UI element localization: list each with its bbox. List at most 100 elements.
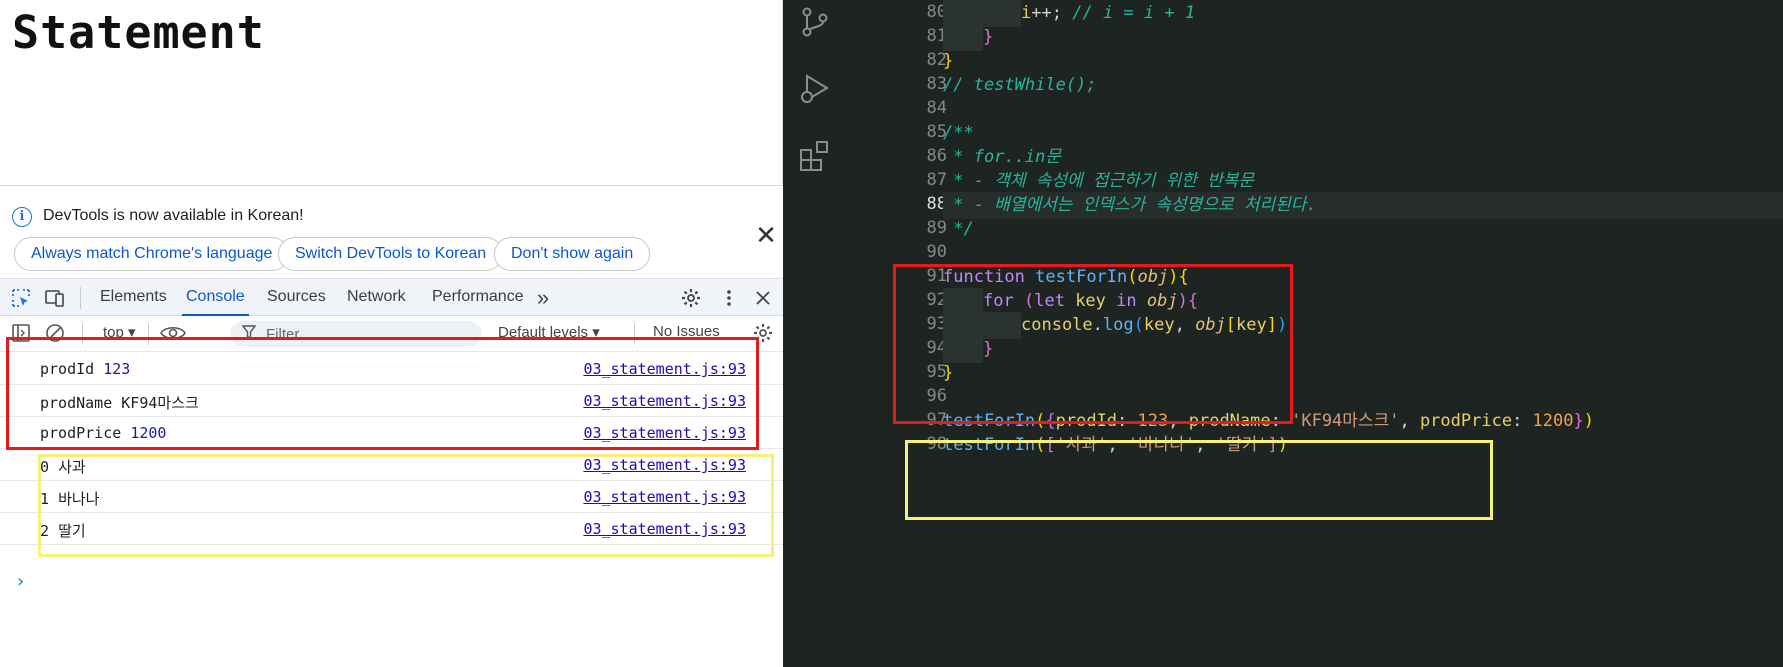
log-value: 바나나 [58,490,100,508]
console-toolbar: top ▾ Default levels ▾ No Issues [0,316,783,352]
code-line-85: /** [943,123,974,143]
always-match-language-button[interactable]: Always match Chrome's language [14,237,290,271]
log-source-link[interactable]: 03_statement.js:93 [583,520,746,538]
code-line-95: } [943,363,954,383]
source-control-icon[interactable] [797,4,833,40]
line-number: 92 [926,290,947,310]
issues-indicator[interactable]: No Issues [653,323,720,340]
tab-console[interactable]: Console [182,279,249,316]
tab-network[interactable]: Network [343,279,410,316]
line-number: 80 [926,2,947,22]
code-line-81: } [943,24,1783,51]
line-number: 86 [926,146,947,166]
kebab-menu-icon[interactable] [718,287,740,309]
language-infobar: i DevTools is now available in Korean! A… [0,186,783,274]
log-message: 2 딸기 [40,520,86,541]
log-source-link[interactable]: 03_statement.js:93 [583,392,746,410]
activity-bar [783,0,847,667]
code-line-80: i++; // i = i + 1 [943,0,1783,27]
code-area[interactable]: i++; // i = i + 1 } } // testWhile(); /*… [943,0,1783,667]
console-log-row: prodId 123 03_statement.js:93 [0,353,783,385]
dont-show-again-button[interactable]: Don't show again [494,237,651,271]
line-number: 84 [926,98,947,118]
line-number: 88 [926,194,947,214]
info-icon: i [12,207,32,227]
line-number: 89 [926,218,947,238]
console-log-row: prodPrice 1200 03_statement.js:93 [0,417,783,449]
filter-input[interactable] [266,322,466,346]
filter-icon [241,324,257,343]
line-number: 81 [926,26,947,46]
log-source-link[interactable]: 03_statement.js:93 [583,424,746,442]
code-line-83: // testWhile(); [943,75,1097,95]
clear-console-icon[interactable] [44,322,66,344]
device-toolbar-icon[interactable] [44,287,66,309]
line-number: 97 [926,410,947,430]
close-icon[interactable]: ✕ [754,222,778,248]
close-devtools-icon[interactable] [752,287,774,309]
log-message: prodPrice 1200 [40,424,166,442]
filter-box [230,321,482,347]
code-line-88: * - 배열에서는 인덱스가 속성명으로 처리된다. [943,192,1783,219]
console-log-row: 2 딸기 03_statement.js:93 [0,513,783,545]
log-key: 1 [40,490,50,508]
console-log-row: 1 바나나 03_statement.js:93 [0,481,783,513]
eye-icon[interactable] [158,322,188,344]
log-value: KF94마스크 [121,394,199,412]
toolbar-divider [148,323,149,345]
code-line-93: console.log(key, obj[key]) [943,312,1783,339]
console-prompt[interactable]: › [15,571,26,592]
extensions-icon[interactable] [797,138,833,174]
line-number: 85 [926,122,947,142]
code-line-91: function testForIn(obj){ [943,267,1189,287]
tab-performance[interactable]: Performance [428,279,528,316]
line-number: 96 [926,386,947,406]
log-value: 1200 [130,424,167,442]
line-number: 91 [926,266,947,286]
log-key: 2 [40,522,50,540]
line-number: 93 [926,314,947,334]
console-log-row: prodName KF94마스크 03_statement.js:93 [0,385,783,417]
devtools-tabbar: Elements Console Sources Network Perform… [0,278,783,316]
log-key: prodName [40,394,113,412]
code-line-98: testForIn(['사과', '바나나', '딸기']) [943,435,1288,455]
log-value: 사과 [58,458,86,476]
toolbar-divider [634,323,635,345]
line-number: 83 [926,74,947,94]
settings-gear-icon[interactable] [680,287,702,309]
log-source-link[interactable]: 03_statement.js:93 [583,488,746,506]
more-tabs-icon[interactable]: » [532,287,554,309]
line-number: 94 [926,338,947,358]
line-number: 98 [926,434,947,454]
code-editor: 80 81 82 83 84 85 86 87 88 89 90 91 92 93 94 95 96 97 98 i… [783,0,1783,667]
page-heading: Statement [12,6,265,59]
inspect-element-icon[interactable] [10,287,32,309]
log-message: prodId 123 [40,360,130,378]
code-line-87: * - 객체 속성에 접근하기 위한 반복문 [943,171,1255,191]
log-source-link[interactable]: 03_statement.js:93 [583,456,746,474]
tab-elements[interactable]: Elements [96,279,171,316]
log-levels-select[interactable]: Default levels ▾ [498,323,600,341]
switch-to-korean-button[interactable]: Switch DevTools to Korean [278,237,504,271]
console-settings-icon[interactable] [752,322,774,344]
log-message: prodName KF94마스크 [40,392,199,413]
infobar-message: DevTools is now available in Korean! [43,207,304,224]
log-key: prodId [40,360,95,378]
devtools-panel: i DevTools is now available in Korean! A… [0,185,783,667]
log-key: prodPrice [40,424,122,442]
tab-sources[interactable]: Sources [263,279,330,316]
toolbar-divider [82,323,83,345]
console-log: prodId 123 03_statement.js:93 prodName KF9… [0,353,783,545]
log-key: 0 [40,458,50,476]
log-message: 1 바나나 [40,488,99,509]
context-select[interactable]: top ▾ [103,323,136,341]
sidebar-toggle-icon[interactable] [10,322,32,344]
log-source-link[interactable]: 03_statement.js:93 [583,360,746,378]
log-value: 딸기 [58,522,86,540]
line-number: 82 [926,50,947,70]
code-line-94: } [943,336,1783,363]
run-debug-icon[interactable] [797,70,833,106]
code-line-82: } [943,51,954,71]
